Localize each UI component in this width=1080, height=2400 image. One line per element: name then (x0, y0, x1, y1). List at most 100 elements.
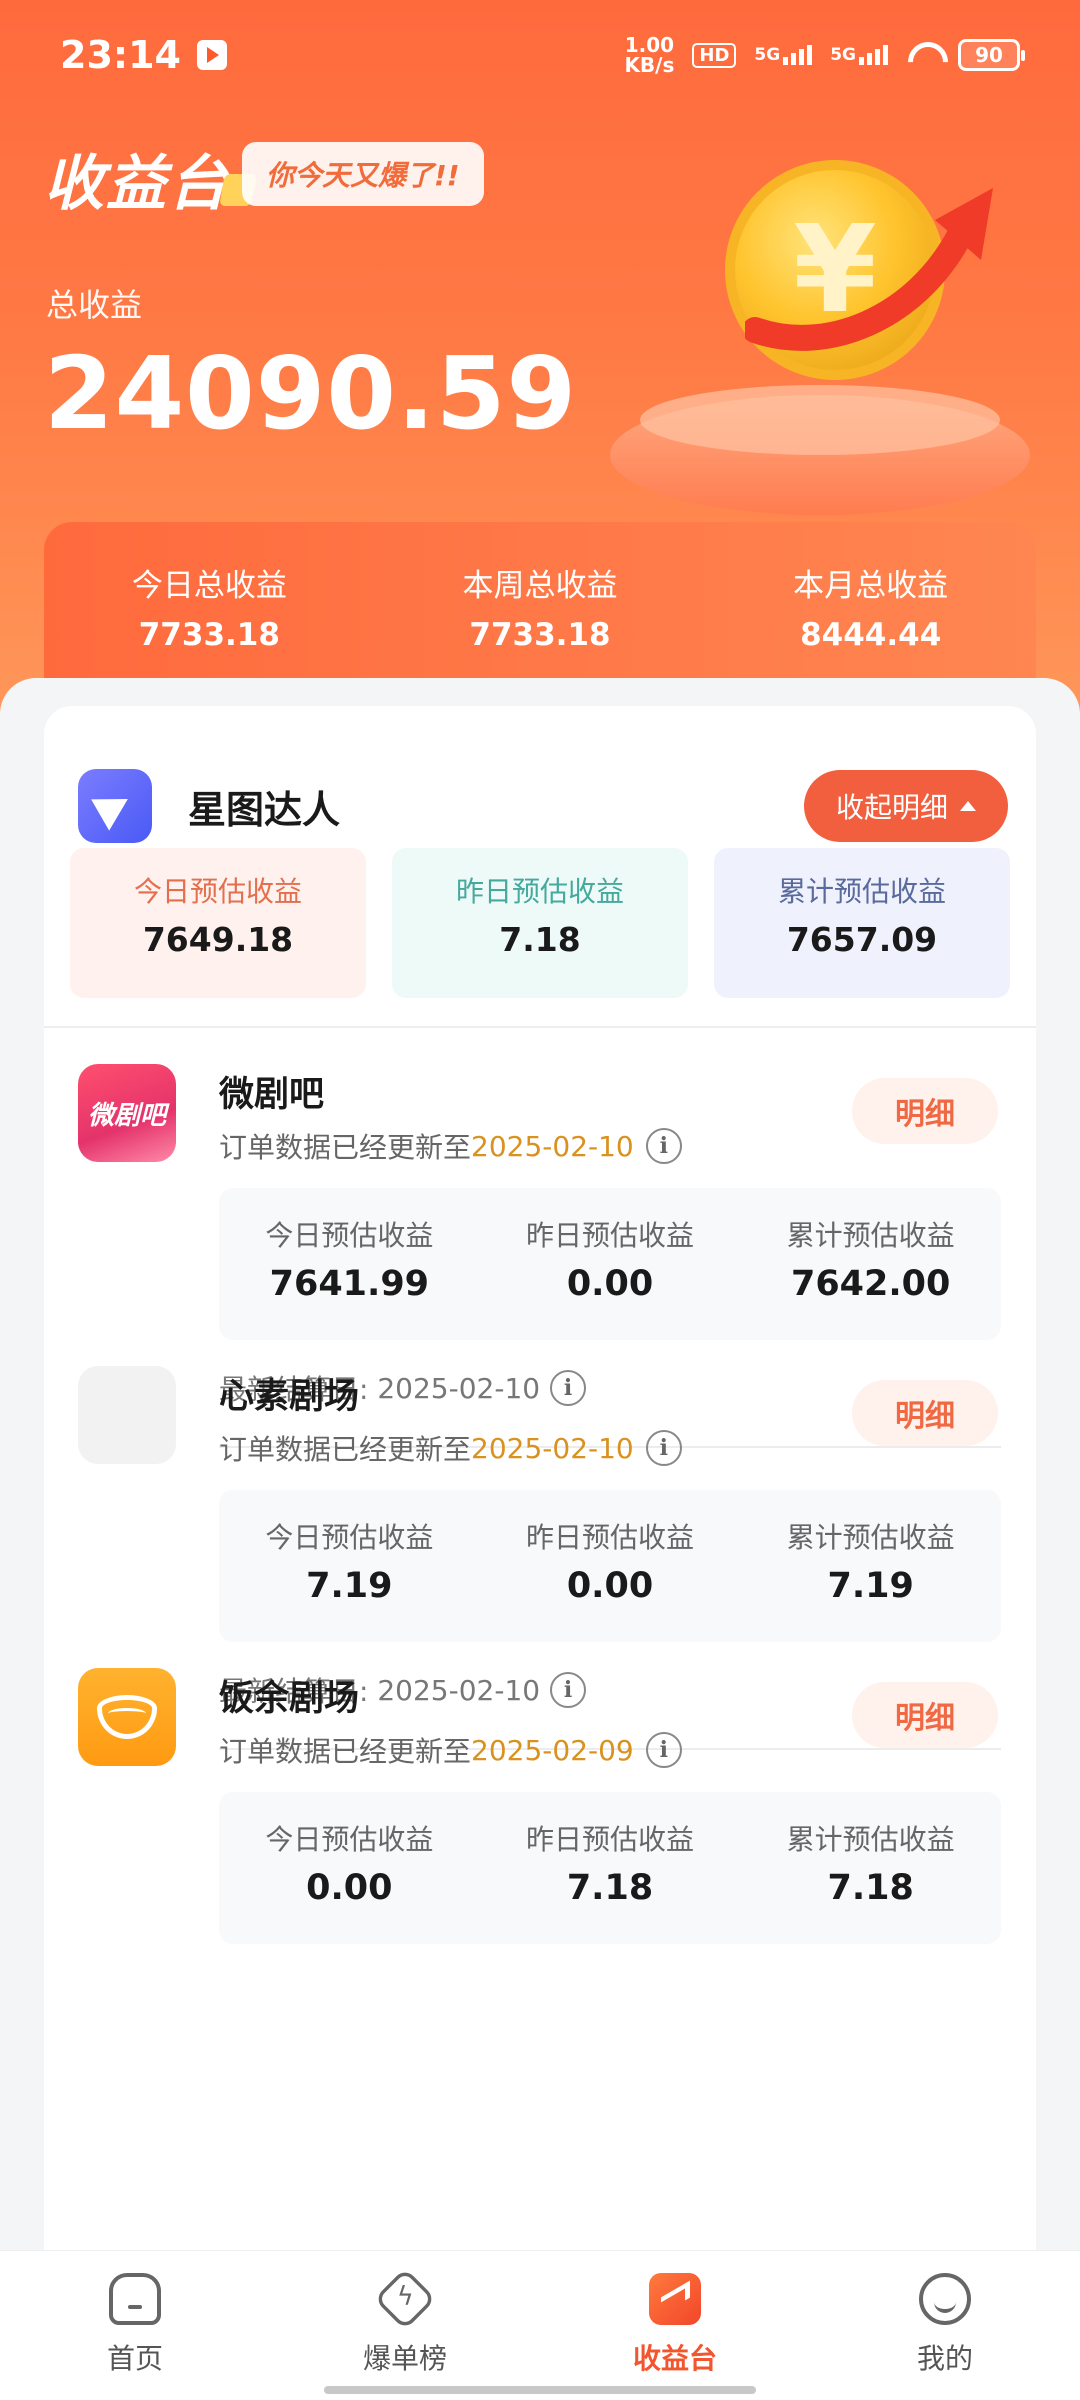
summary-month-value: 8444.44 (800, 617, 942, 653)
nav-earnings[interactable]: 收益台 (540, 2251, 810, 2400)
platform-stats: 今日预估收益 7649.18 昨日预估收益 7.18 累计预估收益 7657.0… (70, 848, 1010, 998)
nav-label: 收益台 (632, 2342, 717, 2375)
stat-label: 今日预估收益 (133, 875, 302, 908)
stat-value: 7657.09 (786, 920, 938, 959)
update-prefix: 订单数据已经更新至 (219, 1131, 472, 1164)
update-date: 2025-02-10 (471, 1129, 634, 1163)
app-name: 心素剧场 (219, 1377, 360, 1417)
platform-name: 星图达人 (188, 787, 341, 832)
stat-label: 累计预估收益 (786, 1219, 955, 1252)
nav-profile[interactable]: 我的 (810, 2251, 1080, 2400)
collapse-details-button[interactable]: 收起明细 (803, 770, 1008, 842)
stat-value: 7641.99 (269, 1264, 430, 1304)
fanyu-bowl-icon (78, 1668, 176, 1766)
nav-home[interactable]: 首页 (0, 2251, 270, 2400)
update-date: 2025-02-09 (471, 1733, 634, 1767)
home-icon (109, 2273, 161, 2325)
stat-label: 累计预估收益 (786, 1521, 955, 1554)
stat-label: 昨日预估收益 (526, 1823, 695, 1856)
battery-icon: 90 (958, 39, 1025, 71)
status-time: 23:14 (60, 33, 181, 77)
caret-up-icon (960, 801, 976, 811)
app-stat-today: 今日预估收益 7641.99 (219, 1188, 480, 1340)
summary-month-label: 本月总收益 (793, 568, 949, 604)
update-date: 2025-02-10 (471, 1431, 634, 1465)
app-stat-total: 累计预估收益 7642.00 (740, 1188, 1001, 1340)
stat-value: 0.00 (306, 1868, 393, 1908)
app-stat-yesterday: 昨日预估收益 0.00 (480, 1490, 741, 1642)
stat-value: 7.19 (306, 1566, 393, 1606)
stat-label: 昨日预估收益 (526, 1219, 695, 1252)
info-icon[interactable]: i (645, 1128, 682, 1164)
app-stat-total: 累计预估收益 7.18 (740, 1792, 1001, 1944)
platform-card: 星图达人 收起明细 今日预估收益 7649.18 昨日预估收益 7.18 累计预… (44, 706, 1036, 2306)
signal-icon: 5G (754, 45, 813, 65)
sim1-network-label: 5G (754, 45, 781, 65)
wifi-icon (906, 42, 940, 68)
info-icon[interactable]: i (645, 1430, 682, 1466)
stat-label: 累计预估收益 (777, 875, 946, 908)
app-stats: 今日预估收益 7.19 昨日预估收益 0.00 累计预估收益 7.19 (219, 1490, 1001, 1642)
status-bar: 23:14 1.00 KB/s HD 5G 5G 90 (0, 0, 1080, 110)
stat-value: 0.00 (566, 1566, 654, 1606)
platform-stat-today: 今日预估收益 7649.18 (70, 848, 366, 998)
sim2-network-label: 5G (830, 45, 856, 65)
battery-level: 90 (975, 43, 1003, 67)
app-update-info: 订单数据已经更新至 2025-02-10 i (219, 1126, 682, 1166)
profile-icon (919, 2273, 971, 2325)
network-speed-unit: KB/s (624, 53, 675, 77)
stat-value: 7.19 (827, 1566, 914, 1606)
app-update-info: 订单数据已经更新至 2025-02-09 i (219, 1730, 682, 1770)
platform-stat-total: 累计预估收益 7657.09 (714, 848, 1010, 998)
app-stat-today: 今日预估收益 0.00 (219, 1792, 480, 1944)
info-icon[interactable]: i (645, 1732, 682, 1768)
summary-today-value: 7733.18 (138, 617, 280, 653)
podium-top-illustration (640, 385, 1000, 455)
app-stats: 今日预估收益 7641.99 昨日预估收益 0.00 累计预估收益 7642.00 (219, 1188, 1001, 1340)
stat-label: 今日预估收益 (265, 1219, 434, 1252)
nav-label: 爆单榜 (362, 2342, 447, 2375)
stat-value: 7.18 (827, 1868, 914, 1908)
stat-value: 7.18 (566, 1868, 654, 1908)
detail-button[interactable]: 明细 (852, 1078, 998, 1144)
bottom-nav: 首页 爆单榜 收益台 我的 (0, 2250, 1080, 2400)
summary-today: 今日总收益 7733.18 (44, 522, 375, 692)
page-title-text: 收益台 (44, 149, 230, 219)
app-name: 饭余剧场 (219, 1679, 360, 1719)
detail-button[interactable]: 明细 (852, 1380, 998, 1446)
app-stat-yesterday: 昨日预估收益 7.18 (480, 1792, 741, 1944)
app-stat-today: 今日预估收益 7.19 (219, 1490, 480, 1642)
stat-value: 7649.18 (142, 920, 294, 959)
page-title: 收益台 (44, 135, 257, 222)
summary-month: 本月总收益 8444.44 (705, 522, 1036, 692)
stat-label: 累计预估收益 (786, 1823, 955, 1856)
video-app-icon (196, 40, 227, 70)
app-item-fanyu: 饭余剧场 订单数据已经更新至 2025-02-09 i 明细 今日预估收益 0.00… (44, 1632, 1036, 2094)
status-indicators: 1.00 KB/s HD 5G 5G 90 (624, 35, 1025, 75)
update-prefix: 订单数据已经更新至 (219, 1433, 472, 1466)
bowl-icon (97, 1695, 157, 1739)
network-speed-value: 1.00 (624, 33, 675, 57)
platform-header: 星图达人 收起明细 (78, 766, 1008, 846)
home-indicator[interactable] (324, 2386, 756, 2394)
stat-label: 昨日预估收益 (455, 875, 624, 908)
summary-today-label: 今日总收益 (131, 568, 287, 604)
stat-value: 0.00 (566, 1264, 654, 1304)
summary-week: 本周总收益 7733.18 (375, 522, 706, 692)
detail-button[interactable]: 明细 (852, 1682, 998, 1748)
content-sheet: 星图达人 收起明细 今日预估收益 7649.18 昨日预估收益 7.18 累计预… (0, 678, 1080, 2306)
network-speed: 1.00 KB/s (624, 35, 674, 75)
xinsu-app-icon (78, 1366, 176, 1464)
nav-label: 首页 (106, 2342, 163, 2375)
app-stat-total: 累计预估收益 7.19 (740, 1490, 1001, 1642)
app-stats: 今日预估收益 0.00 昨日预估收益 7.18 累计预估收益 7.18 (219, 1792, 1001, 1944)
nav-hot-orders[interactable]: 爆单榜 (270, 2251, 540, 2400)
bolt-icon (373, 2267, 437, 2331)
stat-label: 今日预估收益 (265, 1521, 434, 1554)
motivation-badge: 你今天又爆了!! (242, 142, 484, 206)
summary-strip: 今日总收益 7733.18 本周总收益 7733.18 本月总收益 8444.4… (44, 522, 1036, 692)
update-prefix: 订单数据已经更新至 (219, 1735, 472, 1768)
nav-label: 我的 (916, 2342, 973, 2375)
stat-label: 今日预估收益 (265, 1823, 434, 1856)
app-name: 微剧吧 (219, 1075, 325, 1115)
